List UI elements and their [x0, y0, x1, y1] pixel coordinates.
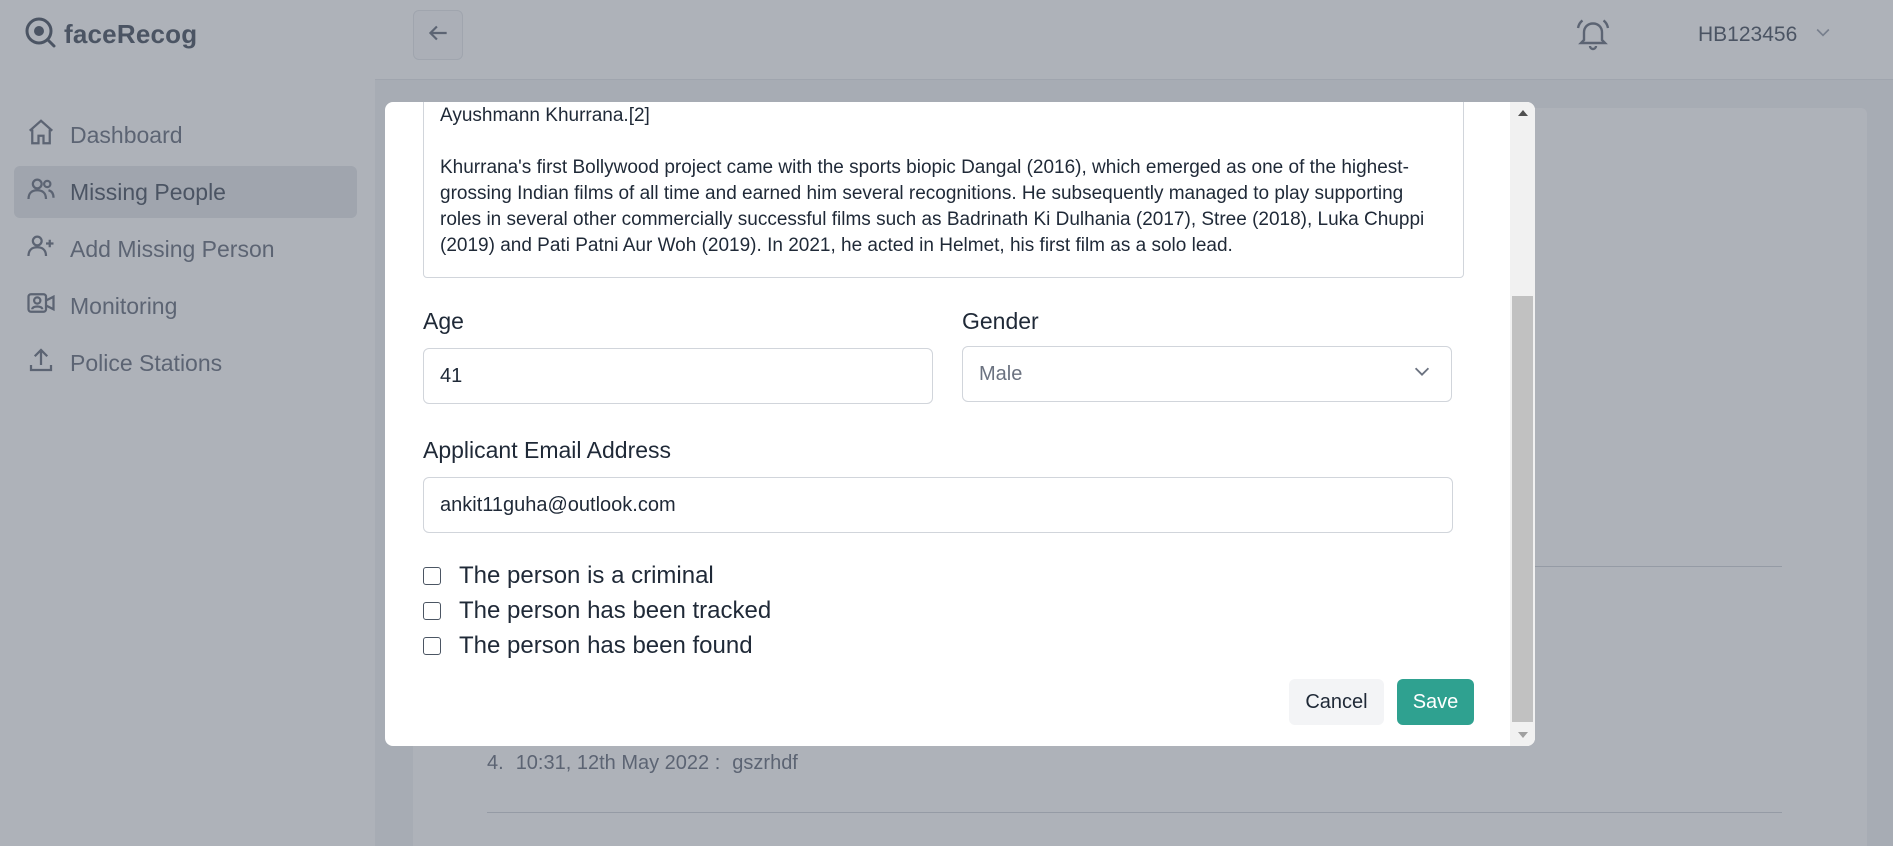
description-paragraph: Khurrana's first Bollywood project came … [440, 157, 1425, 256]
age-label: Age [423, 308, 464, 334]
found-checkbox[interactable] [423, 636, 441, 655]
checkbox-row-tracked[interactable]: The person has been tracked [423, 593, 771, 628]
scroll-up-icon[interactable] [1510, 102, 1535, 124]
checkbox-label: The person is a criminal [459, 561, 714, 589]
save-button[interactable]: Save [1397, 679, 1474, 725]
cancel-button[interactable]: Cancel [1289, 679, 1384, 725]
edit-person-modal: Ayushmann Khurrana.[2] Khurrana's first … [385, 102, 1535, 746]
scrollbar-thumb[interactable] [1512, 296, 1533, 722]
gender-select[interactable]: Male [962, 346, 1452, 402]
modal-scrollbar[interactable] [1510, 102, 1535, 746]
modal-body: Ayushmann Khurrana.[2] Khurrana's first … [385, 102, 1510, 746]
email-label: Applicant Email Address [423, 437, 672, 463]
checkbox-label: The person has been tracked [459, 596, 772, 624]
email-value: ankit11guha@outlook.com [440, 493, 676, 516]
description-textarea[interactable]: Ayushmann Khurrana.[2] Khurrana's first … [423, 102, 1464, 278]
scroll-down-icon[interactable] [1510, 724, 1535, 746]
age-input[interactable]: 41 [423, 348, 933, 404]
gender-value: Male [979, 362, 1023, 385]
checkbox-row-found[interactable]: The person has been found [423, 628, 771, 663]
chevron-down-icon [1411, 360, 1433, 388]
criminal-checkbox[interactable] [423, 566, 441, 585]
description-line: Ayushmann Khurrana.[2] [440, 105, 650, 126]
email-input[interactable]: ankit11guha@outlook.com [423, 477, 1453, 533]
status-checkboxes: The person is a criminal The person has … [423, 558, 771, 663]
checkbox-row-criminal[interactable]: The person is a criminal [423, 558, 771, 593]
tracked-checkbox[interactable] [423, 601, 441, 620]
gender-label: Gender [962, 308, 1039, 334]
age-value: 41 [440, 364, 463, 387]
checkbox-label: The person has been found [459, 631, 753, 659]
